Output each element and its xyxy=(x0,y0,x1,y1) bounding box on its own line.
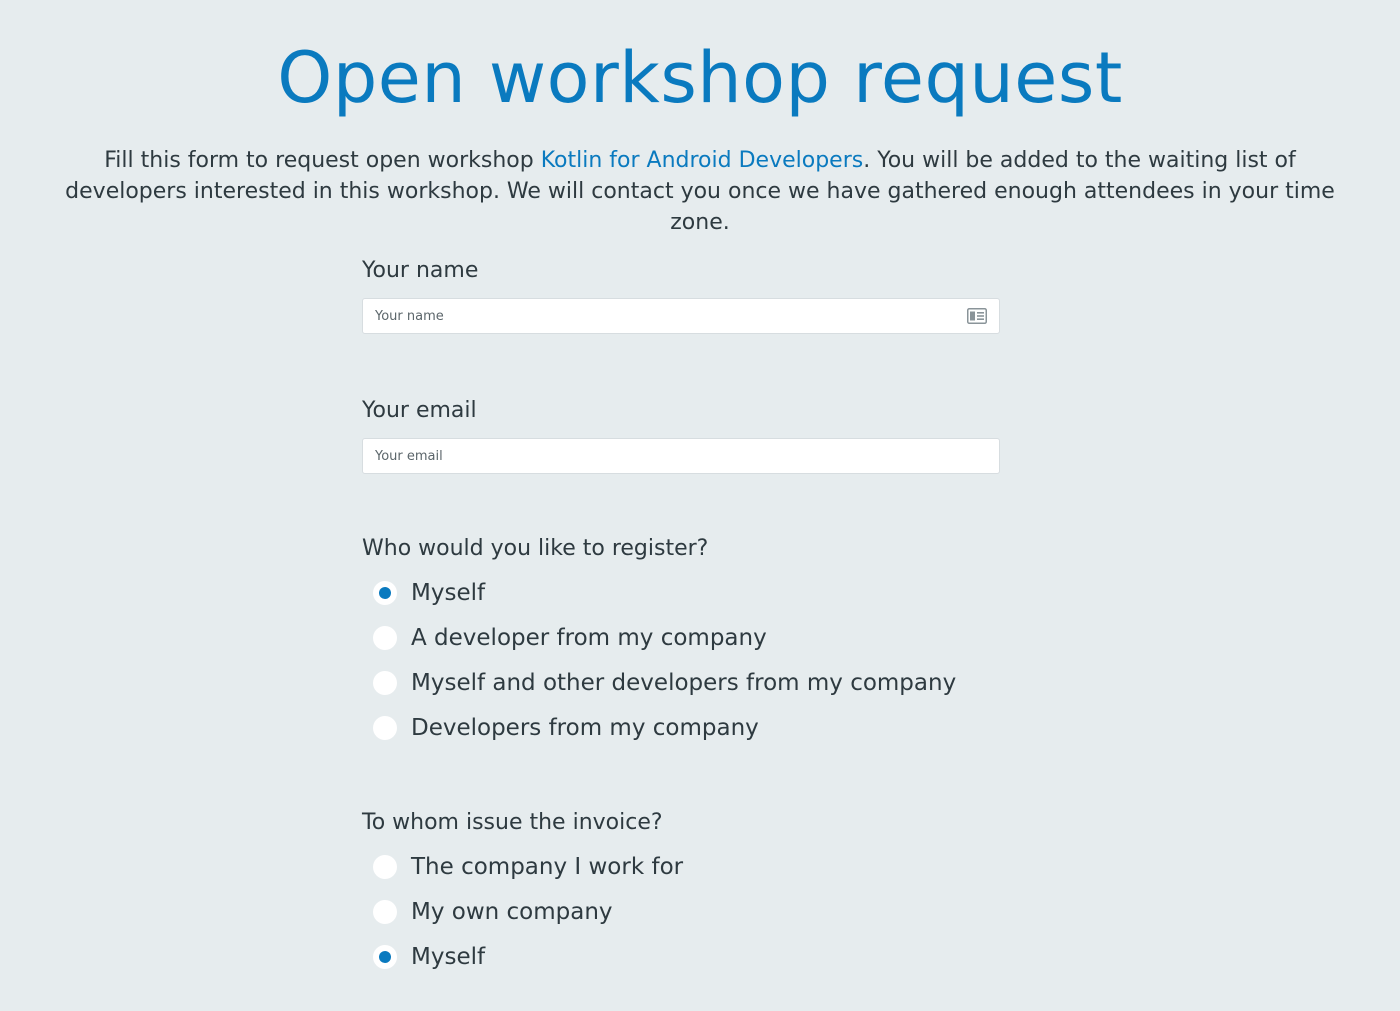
radio-label: Myself xyxy=(411,579,486,606)
email-label: Your email xyxy=(362,398,477,423)
radio-button[interactable] xyxy=(373,715,397,740)
register-option-developers-from-company[interactable]: Developers from my company xyxy=(362,705,1002,750)
invoice-option-employer[interactable]: The company I work for xyxy=(362,844,1002,889)
radio-label: My own company xyxy=(411,898,613,925)
name-label: Your name xyxy=(362,258,479,283)
radio-button[interactable] xyxy=(373,854,397,879)
invoice-option-own-company[interactable]: My own company xyxy=(362,889,1002,934)
email-field-group: Your email xyxy=(362,396,1002,474)
workshop-link[interactable]: Kotlin for Android Developers xyxy=(541,148,863,173)
page: Open workshop request Fill this form to … xyxy=(0,0,1400,1011)
name-field-group: Your name xyxy=(362,256,1002,334)
invoice-option-myself[interactable]: Myself xyxy=(362,934,1002,979)
radio-label: A developer from my company xyxy=(411,624,767,651)
intro-text-before: Fill this form to request open workshop xyxy=(104,148,541,173)
invoice-question: To whom issue the invoice? xyxy=(362,810,663,835)
radio-button[interactable] xyxy=(373,899,397,924)
contact-card-icon[interactable] xyxy=(967,308,987,324)
register-option-developer-from-company[interactable]: A developer from my company xyxy=(362,615,1002,660)
email-input[interactable] xyxy=(363,439,999,473)
register-option-myself-and-others[interactable]: Myself and other developers from my comp… xyxy=(362,660,1002,705)
radio-button[interactable] xyxy=(373,670,397,695)
page-title: Open workshop request xyxy=(277,37,1123,119)
radio-label: Myself xyxy=(411,943,486,970)
register-radio-group: Who would you like to register? Myself A… xyxy=(362,534,1002,750)
workshop-request-form: Your name Your email Who would you like … xyxy=(362,256,1002,979)
name-input[interactable] xyxy=(363,299,999,333)
register-option-myself[interactable]: Myself xyxy=(362,570,1002,615)
invoice-radio-group: To whom issue the invoice? The company I… xyxy=(362,808,1002,979)
radio-label: The company I work for xyxy=(411,853,684,880)
radio-button[interactable] xyxy=(373,625,397,650)
radio-label: Developers from my company xyxy=(411,714,759,741)
register-question: Who would you like to register? xyxy=(362,536,709,561)
radio-button[interactable] xyxy=(373,944,397,969)
name-input-wrapper xyxy=(362,298,1000,334)
radio-label: Myself and other developers from my comp… xyxy=(411,669,957,696)
intro-paragraph: Fill this form to request open workshop … xyxy=(40,145,1360,238)
email-input-wrapper xyxy=(362,438,1000,474)
radio-button[interactable] xyxy=(373,580,397,605)
